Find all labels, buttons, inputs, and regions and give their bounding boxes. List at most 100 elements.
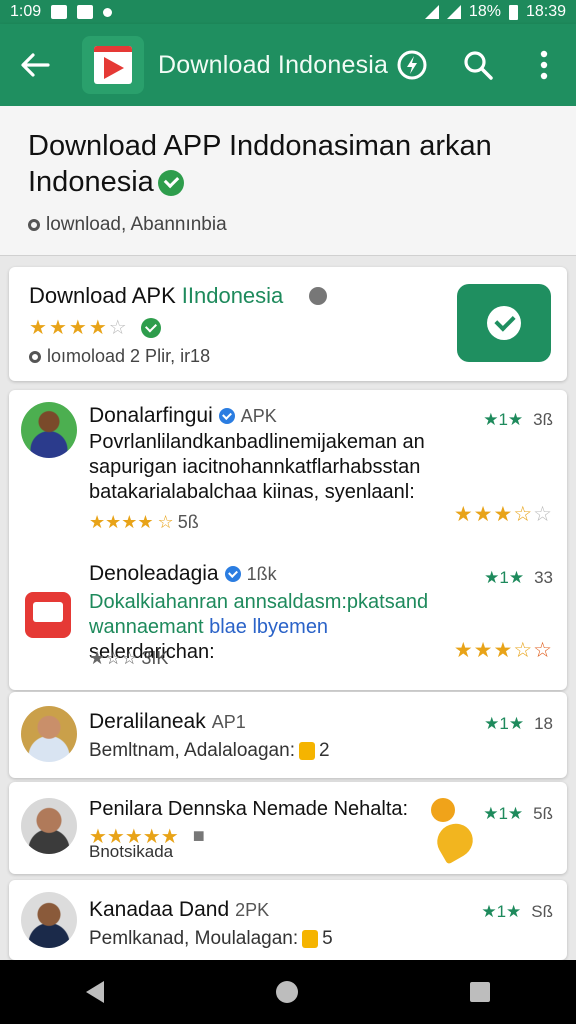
notification-dot-icon: [103, 7, 113, 17]
review-tag: APK: [240, 405, 277, 426]
star-filled-icon: ★: [29, 317, 47, 339]
verified-check-icon: [157, 170, 184, 197]
review-subline: Bemltnam, Adalaloagan: 2: [89, 740, 330, 762]
app-bar: Download Indonesia: [0, 24, 576, 106]
lightning-circle-icon: [397, 50, 427, 80]
review-count: 3IK: [141, 648, 169, 668]
mail-icon: [51, 5, 68, 19]
review-group-card: Donalarfingui APK Povrlanlilandkanbadlin…: [9, 390, 567, 690]
review-tag: 1ßk: [246, 563, 277, 584]
page-subtitle-text: lownload, Abannınbia: [46, 214, 227, 235]
app-icon[interactable]: [25, 592, 71, 638]
review-author-name: Penilara Dennska Nemade Nehalta:: [89, 798, 409, 820]
review-rating-row: ★★★★ ☆ 5ß: [89, 512, 199, 533]
check-circle-icon: [487, 306, 521, 340]
review-author: Kanadaa Dand 2PK: [89, 898, 269, 922]
lightning-button[interactable]: [394, 47, 430, 83]
nav-home-icon[interactable]: [276, 981, 298, 1003]
back-button[interactable]: [14, 44, 56, 86]
review-tag: 2PK: [235, 899, 270, 920]
star-half-icon: ☆: [157, 512, 174, 532]
star-empty-icon: ☆: [108, 317, 127, 339]
emoji-hand-icon: [430, 817, 480, 865]
verified-check-icon: [224, 566, 241, 582]
wifi-icon: [424, 5, 439, 19]
star-small-icon: ★1★: [483, 804, 524, 823]
verified-check-icon: [140, 317, 161, 338]
review-rating-row: ★☆☆ 3IK: [89, 648, 168, 669]
review-body-line2a: wannaemant: [89, 616, 204, 638]
review-subline-text: Bemltnam, Adalaloagan:: [89, 740, 295, 761]
review-card[interactable]: Penilara Dennska Nemade Nehalta: ★★★★★ ■…: [9, 782, 567, 874]
star-empty-icon: ★☆☆: [89, 648, 138, 668]
review-card[interactable]: Kanadaa Dand 2PK Pemlkanad, Moulalagan: …: [9, 880, 567, 960]
review-author-name: Kanadaa Dand: [89, 898, 230, 921]
review-author: Deralilaneak AP1: [89, 710, 246, 734]
page-subtitle: lownload, Abannınbia: [28, 214, 548, 236]
search-button[interactable]: [460, 47, 496, 83]
featured-title-text: Download APK: [29, 283, 176, 308]
review-score: ★1★ 18: [484, 714, 553, 734]
more-vert-icon: [540, 50, 548, 80]
nav-back-icon[interactable]: [86, 981, 104, 1003]
review-count: 5ß: [177, 512, 199, 532]
app-logo: [82, 36, 144, 94]
app-bar-title: Download Indonesia: [158, 50, 389, 79]
review-card[interactable]: Deralilaneak AP1 Bemltnam, Adalaloagan: …: [9, 692, 567, 778]
review-score-value: 33: [534, 568, 553, 587]
review-author: Penilara Dennska Nemade Nehalta:: [89, 798, 408, 821]
thumbs-up-icon: [298, 742, 315, 760]
review-item[interactable]: Denoleadagia 1ßk Dokalkiahanran annsalda…: [9, 550, 567, 690]
nav-recents-icon[interactable]: [470, 982, 490, 1002]
review-author-name: Deralilaneak: [89, 710, 206, 733]
review-author-name: Denoleadagia: [89, 562, 219, 585]
avatar[interactable]: [21, 402, 77, 458]
review-star-rating: ★★★☆☆: [453, 639, 553, 662]
review-score-value: 3ß: [533, 410, 553, 429]
status-bar: 1:09 18% 18:39: [0, 0, 576, 24]
review-author: Donalarfingui APK: [89, 404, 277, 428]
signal-icon: [446, 5, 461, 19]
info-icon[interactable]: [309, 287, 328, 305]
star-small-icon: ★1★: [483, 410, 524, 429]
featured-app-card[interactable]: Download APK IIndonesia ★ ★ ★ ★ ☆ loımol…: [9, 267, 567, 381]
page-header: Download APP Inddonasiman arkan Indonesi…: [0, 106, 576, 256]
review-score: ★1★ 33: [484, 568, 553, 588]
location-pin-icon: [29, 350, 41, 363]
review-score-value: 18: [534, 714, 553, 733]
location-pin-icon: [28, 219, 40, 231]
review-score-value: 5ß: [533, 804, 553, 823]
review-score: ★1★ 3ß: [483, 410, 553, 430]
review-subline-count: 2: [318, 740, 330, 761]
status-time-right: 18:39: [525, 3, 566, 20]
overflow-menu-button[interactable]: [526, 47, 562, 83]
review-item[interactable]: Donalarfingui APK Povrlanlilandkanbadlin…: [9, 390, 567, 540]
search-icon: [464, 51, 493, 80]
avatar[interactable]: [21, 892, 77, 948]
status-time-left: 1:09: [10, 3, 42, 20]
review-subline: Pemlkanad, Moulalagan: 5: [89, 928, 333, 950]
review-body-line2b: blae lbyemen: [209, 616, 329, 638]
review-author-name: Donalarfingui: [89, 404, 213, 427]
star-filled-icon: ★★★★: [89, 512, 154, 532]
arrow-back-icon: [21, 53, 50, 77]
review-body-line1: Dokalkiahanran annsaldasm:pkatsand: [89, 591, 429, 613]
star-small-icon: ★1★: [484, 568, 525, 587]
review-subline-count: 5: [322, 928, 333, 949]
review-subline-text: Bnotsikada: [89, 842, 174, 861]
featured-meta-text: loımoload 2 Plir, ir18: [47, 346, 211, 366]
review-score-value: Sß: [531, 902, 553, 921]
star-small-icon: ★1★: [481, 902, 522, 921]
battery-percent: 18%: [468, 3, 501, 20]
star-small-icon: ★1★: [484, 714, 525, 733]
avatar[interactable]: [21, 706, 77, 762]
battery-icon: [508, 4, 518, 20]
avatar[interactable]: [21, 798, 77, 854]
featured-title-highlight: IIndonesia: [181, 283, 284, 308]
star-filled-icon: ★: [68, 317, 87, 339]
emoji-face-icon: [431, 798, 455, 822]
review-tag: AP1: [211, 711, 246, 732]
install-button[interactable]: [457, 284, 551, 362]
page-title-text: Download APP Inddonasiman arkan Indonesi…: [28, 130, 492, 198]
system-nav-bar: [0, 960, 576, 1024]
